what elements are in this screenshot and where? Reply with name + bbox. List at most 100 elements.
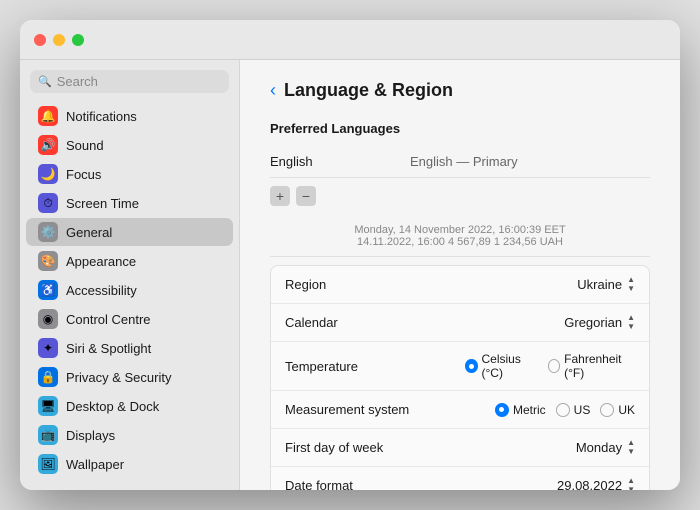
back-button[interactable]: ‹ xyxy=(270,80,276,101)
sidebar-item-accessibility[interactable]: ♿ Accessibility xyxy=(26,276,233,304)
displays-icon: 📺 xyxy=(38,425,58,445)
maximize-button[interactable] xyxy=(72,34,84,46)
stepper-arrows-4[interactable]: ▲▼ xyxy=(627,439,635,456)
sidebar-item-displays[interactable]: 📺 Displays xyxy=(26,421,233,449)
titlebar xyxy=(20,20,680,60)
screentime-icon: ⏱ xyxy=(38,193,58,213)
measure-option-0[interactable]: Metric xyxy=(495,403,546,417)
settings-value-2: Celsius (°C) Fahrenheit (°F) xyxy=(465,352,635,380)
radio-circle-measure-2[interactable] xyxy=(600,403,614,417)
stepper-down-1[interactable]: ▼ xyxy=(627,323,635,331)
add-language-button[interactable]: + xyxy=(270,186,290,206)
page-title: Language & Region xyxy=(284,80,453,101)
stepper-up-4[interactable]: ▲ xyxy=(627,439,635,447)
remove-language-button[interactable]: − xyxy=(296,186,316,206)
settings-label-4: First day of week xyxy=(285,440,465,455)
stepper-arrows-5[interactable]: ▲▼ xyxy=(627,477,635,490)
sidebar-item-notifications[interactable]: 🔔Notifications xyxy=(26,102,233,130)
settings-row-temperature: TemperatureCelsius (°C)Fahrenheit (°F) xyxy=(271,342,649,391)
stepper-arrows-0[interactable]: ▲▼ xyxy=(627,276,635,293)
sidebar-item-label-focus: Focus xyxy=(66,167,101,182)
stepper-up-1[interactable]: ▲ xyxy=(627,314,635,322)
radio-label-measure-0: Metric xyxy=(513,403,546,417)
minimize-button[interactable] xyxy=(53,34,65,46)
settings-rows: RegionUkraine▲▼CalendarGregorian▲▼Temper… xyxy=(270,265,650,490)
sidebar-item-sound[interactable]: 🔊 Sound xyxy=(26,131,233,159)
radio-label-temp-1: Fahrenheit (°F) xyxy=(564,352,635,380)
sidebar-item-label-notifications: Notifications xyxy=(66,109,137,124)
appearance-icon: 🎨 xyxy=(38,251,58,271)
sidebar-item-label-privacy: Privacy & Security xyxy=(66,370,171,385)
sidebar-item-controlcentre[interactable]: ◉ Control Centre xyxy=(26,305,233,333)
settings-row-date-format: Date format29.08.2022▲▼ xyxy=(271,467,649,490)
search-placeholder: Search xyxy=(57,74,98,89)
sidebar-item-label-controlcentre: Control Centre xyxy=(66,312,151,327)
main-panel: ‹ Language & Region Preferred Languages … xyxy=(240,60,680,490)
datetime-line2: 14.11.2022, 16:00 4 567,89 1 234,56 UAH xyxy=(270,236,650,248)
traffic-lights xyxy=(34,34,84,46)
radio-label-temp-0: Celsius (°C) xyxy=(482,352,538,380)
wallpaper-icon: 🖼 xyxy=(38,454,58,474)
temp-option-1[interactable]: Fahrenheit (°F) xyxy=(548,352,635,380)
language-controls: + − xyxy=(270,178,650,214)
controlcentre-icon: ◉ xyxy=(38,309,58,329)
settings-value-0: Ukraine▲▼ xyxy=(465,276,635,293)
radio-circle-temp-1[interactable] xyxy=(548,359,561,373)
desktop-icon: 🖥 xyxy=(38,396,58,416)
sidebar-item-label-sound: Sound xyxy=(66,138,104,153)
settings-value-4: Monday▲▼ xyxy=(465,439,635,456)
search-icon: 🔍 xyxy=(38,75,52,88)
settings-label-3: Measurement system xyxy=(285,402,465,417)
stepper-value-5: 29.08.2022▲▼ xyxy=(557,477,635,490)
sidebar-item-general[interactable]: ⚙️General xyxy=(26,218,233,246)
settings-label-1: Calendar xyxy=(285,315,465,330)
datetime-line1: Monday, 14 November 2022, 16:00:39 EET xyxy=(270,224,650,236)
sidebar: 🔍 Search 🔔Notifications 🔊 Sound 🌙Focus ⏱ Scre… xyxy=(20,60,240,490)
accessibility-icon: ♿ xyxy=(38,280,58,300)
sidebar-items-list: 🔔Notifications 🔊 Sound 🌙Focus ⏱ Screen Time ⚙️… xyxy=(20,101,239,480)
settings-row-measurement-system: Measurement system Metric US UK xyxy=(271,391,649,429)
settings-row-region: RegionUkraine▲▼ xyxy=(271,266,649,304)
radio-circle-measure-0[interactable] xyxy=(495,403,509,417)
sidebar-item-wallpaper[interactable]: 🖼 Wallpaper xyxy=(26,450,233,478)
privacy-icon: 🔒 xyxy=(38,367,58,387)
search-bar[interactable]: 🔍 Search xyxy=(30,70,229,93)
preferred-languages-header: Preferred Languages xyxy=(270,121,650,136)
main-header: ‹ Language & Region xyxy=(270,80,650,101)
temp-option-0[interactable]: Celsius (°C) xyxy=(465,352,538,380)
settings-value-1: Gregorian▲▼ xyxy=(465,314,635,331)
sidebar-item-siri[interactable]: ✦Siri & Spotlight xyxy=(26,334,233,362)
close-button[interactable] xyxy=(34,34,46,46)
language-value: English — Primary xyxy=(410,154,518,169)
radio-circle-measure-1[interactable] xyxy=(556,403,570,417)
stepper-down-0[interactable]: ▼ xyxy=(627,285,635,293)
sidebar-item-appearance[interactable]: 🎨Appearance xyxy=(26,247,233,275)
settings-row-calendar: CalendarGregorian▲▼ xyxy=(271,304,649,342)
settings-window: 🔍 Search 🔔Notifications 🔊 Sound 🌙Focus ⏱ Scre… xyxy=(20,20,680,490)
sidebar-item-label-accessibility: Accessibility xyxy=(66,283,137,298)
sidebar-item-screentime[interactable]: ⏱ Screen Time xyxy=(26,189,233,217)
temperature-radio-group: Celsius (°C) Fahrenheit (°F) xyxy=(465,352,635,380)
settings-value-3: Metric US UK xyxy=(465,403,635,417)
stepper-value-0: Ukraine▲▼ xyxy=(577,276,635,293)
radio-circle-temp-0[interactable] xyxy=(465,359,478,373)
radio-label-measure-1: US xyxy=(574,403,591,417)
measurement-radio-group: Metric US UK xyxy=(495,403,635,417)
sidebar-item-label-displays: Displays xyxy=(66,428,115,443)
stepper-up-0[interactable]: ▲ xyxy=(627,276,635,284)
sidebar-item-label-wallpaper: Wallpaper xyxy=(66,457,124,472)
measure-option-2[interactable]: UK xyxy=(600,403,635,417)
content-area: 🔍 Search 🔔Notifications 🔊 Sound 🌙Focus ⏱ Scre… xyxy=(20,60,680,490)
stepper-arrows-1[interactable]: ▲▼ xyxy=(627,314,635,331)
settings-value-5: 29.08.2022▲▼ xyxy=(465,477,635,490)
stepper-down-4[interactable]: ▼ xyxy=(627,448,635,456)
sidebar-item-label-screentime: Screen Time xyxy=(66,196,139,211)
sidebar-item-focus[interactable]: 🌙Focus xyxy=(26,160,233,188)
stepper-down-5[interactable]: ▼ xyxy=(627,486,635,490)
sound-icon: 🔊 xyxy=(38,135,58,155)
sidebar-item-privacy[interactable]: 🔒 Privacy & Security xyxy=(26,363,233,391)
measure-option-1[interactable]: US xyxy=(556,403,591,417)
sidebar-item-desktop[interactable]: 🖥Desktop & Dock xyxy=(26,392,233,420)
stepper-up-5[interactable]: ▲ xyxy=(627,477,635,485)
datetime-preview: Monday, 14 November 2022, 16:00:39 EET 1… xyxy=(270,216,650,257)
